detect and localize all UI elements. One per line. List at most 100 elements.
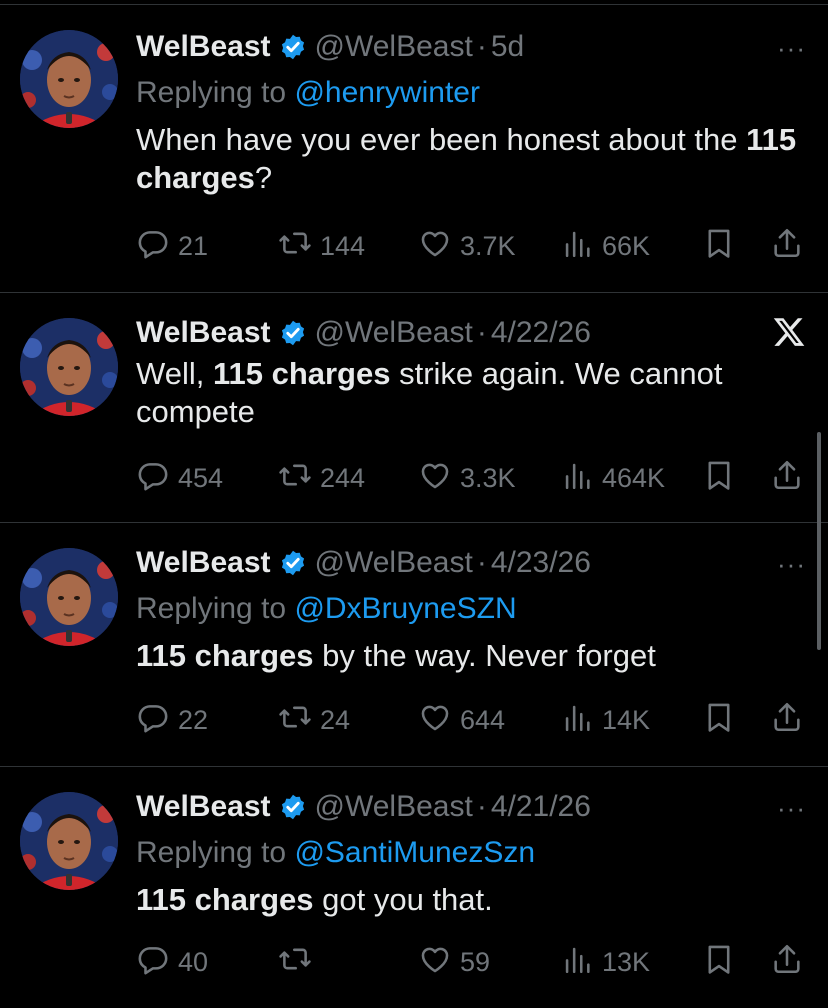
heart-icon: [418, 226, 460, 267]
tweet-header: WelBeast @WelBeast · 5d: [136, 27, 806, 67]
reply-icon: [136, 226, 178, 267]
like-button[interactable]: 3.7K: [418, 226, 516, 267]
handle[interactable]: @WelBeast: [315, 546, 473, 580]
tweet-header: WelBeast @WelBeast · 4/22/26: [136, 313, 806, 353]
views-icon: [560, 942, 602, 983]
reply-context: Replying to @SantiMunezSzn: [136, 833, 806, 873]
share-button[interactable]: [770, 700, 812, 741]
action-bar: 454 244 3.3K 464K: [136, 458, 808, 498]
separator: ·: [476, 546, 487, 579]
reply-prefix: Replying to: [136, 592, 295, 625]
separator: ·: [476, 790, 487, 823]
display-name[interactable]: WelBeast: [136, 790, 271, 824]
views-icon: [560, 226, 602, 267]
share-icon: [770, 226, 812, 267]
views-count: 13K: [602, 946, 651, 977]
display-name[interactable]: WelBeast: [136, 316, 271, 350]
reply-mention-link[interactable]: @henrywinter: [294, 76, 480, 109]
share-icon: [770, 458, 812, 499]
reply-mention-link[interactable]: @SantiMunezSzn: [294, 836, 535, 869]
bookmark-icon: [702, 700, 744, 741]
views-count: 66K: [602, 230, 651, 261]
bookmark-button[interactable]: [702, 700, 744, 741]
verified-badge-icon: [279, 549, 307, 577]
share-button[interactable]: [770, 942, 812, 983]
action-bar: 40 59 13K: [136, 942, 808, 982]
tweet[interactable]: WelBeast @WelBeast · 4/21/26 Replying to…: [0, 767, 828, 1008]
heart-icon: [418, 458, 460, 499]
repost-icon: [278, 458, 320, 499]
reply-icon: [136, 458, 178, 499]
display-name[interactable]: WelBeast: [136, 546, 271, 580]
bookmark-button[interactable]: [702, 942, 744, 983]
x-logo-icon: [773, 318, 805, 346]
reply-button[interactable]: 40: [136, 942, 208, 983]
reply-button[interactable]: 454: [136, 458, 223, 499]
verified-badge-icon: [279, 319, 307, 347]
share-icon: [770, 942, 812, 983]
action-bar: 22 24 644 14K: [136, 700, 808, 740]
reply-prefix: Replying to: [136, 76, 295, 109]
share-button[interactable]: [770, 226, 812, 267]
tweet-header: WelBeast @WelBeast · 4/21/26: [136, 787, 806, 827]
text-part: ?: [254, 160, 273, 195]
timestamp[interactable]: 4/21/26: [491, 790, 591, 824]
tweet[interactable]: WelBeast @WelBeast · 4/22/26 Well, 115 c…: [0, 293, 828, 523]
repost-button[interactable]: 24: [278, 700, 350, 741]
repost-button[interactable]: [278, 942, 320, 983]
timestamp[interactable]: 5d: [491, 30, 524, 64]
views-button[interactable]: 13K: [560, 942, 650, 983]
action-bar: 21 144 3.7K 66K: [136, 226, 808, 266]
timestamp[interactable]: 4/23/26: [491, 546, 591, 580]
like-button[interactable]: 3.3K: [418, 458, 516, 499]
handle[interactable]: @WelBeast: [315, 790, 473, 824]
like-count: 3.3K: [460, 462, 516, 493]
separator: ·: [476, 30, 487, 63]
repost-icon: [278, 942, 320, 983]
display-name[interactable]: WelBeast: [136, 30, 271, 64]
handle[interactable]: @WelBeast: [315, 30, 473, 64]
bookmark-button[interactable]: [702, 458, 744, 499]
scrollbar[interactable]: [817, 432, 821, 650]
bookmark-icon: [702, 458, 744, 499]
handle[interactable]: @WelBeast: [315, 316, 473, 350]
text-part: by the way. Never forget: [313, 638, 656, 673]
like-count: 3.7K: [460, 230, 516, 261]
tweet[interactable]: WelBeast @WelBeast · 4/23/26 Replying to…: [0, 523, 828, 767]
views-button[interactable]: 14K: [560, 700, 650, 741]
more-options-icon[interactable]: ···: [777, 549, 806, 580]
reply-button[interactable]: 22: [136, 700, 208, 741]
reply-count: 22: [178, 704, 209, 735]
views-button[interactable]: 66K: [560, 226, 650, 267]
timestamp[interactable]: 4/22/26: [491, 316, 591, 350]
repost-count: 144: [320, 230, 366, 261]
views-icon: [560, 700, 602, 741]
text-part: When have you ever been honest about the: [136, 122, 747, 157]
heart-icon: [418, 700, 460, 741]
reply-count: 40: [178, 946, 209, 977]
like-button[interactable]: 644: [418, 700, 505, 741]
repost-button[interactable]: 144: [278, 226, 365, 267]
more-options-icon[interactable]: ···: [777, 33, 806, 64]
reply-mention-link[interactable]: @DxBruyneSZN: [294, 592, 516, 625]
avatar[interactable]: [20, 792, 118, 890]
like-count: 59: [460, 946, 491, 977]
reply-button[interactable]: 21: [136, 226, 208, 267]
tweet-text: Well, 115 charges strike again. We canno…: [136, 355, 776, 431]
verified-badge-icon: [279, 793, 307, 821]
avatar[interactable]: [20, 30, 118, 128]
share-button[interactable]: [770, 458, 812, 499]
avatar[interactable]: [20, 318, 118, 416]
reply-prefix: Replying to: [136, 836, 295, 869]
more-options-icon[interactable]: ···: [777, 793, 806, 824]
tweet[interactable]: WelBeast @WelBeast · 5d Replying to @hen…: [0, 5, 828, 293]
avatar[interactable]: [20, 548, 118, 646]
repost-button[interactable]: 244: [278, 458, 365, 499]
views-button[interactable]: 464K: [560, 458, 665, 499]
heart-icon: [418, 942, 460, 983]
reply-count: 21: [178, 230, 209, 261]
like-button[interactable]: 59: [418, 942, 490, 983]
bookmark-button[interactable]: [702, 226, 744, 267]
reply-context: Replying to @henrywinter: [136, 73, 806, 113]
text-part: got you that.: [313, 882, 493, 917]
